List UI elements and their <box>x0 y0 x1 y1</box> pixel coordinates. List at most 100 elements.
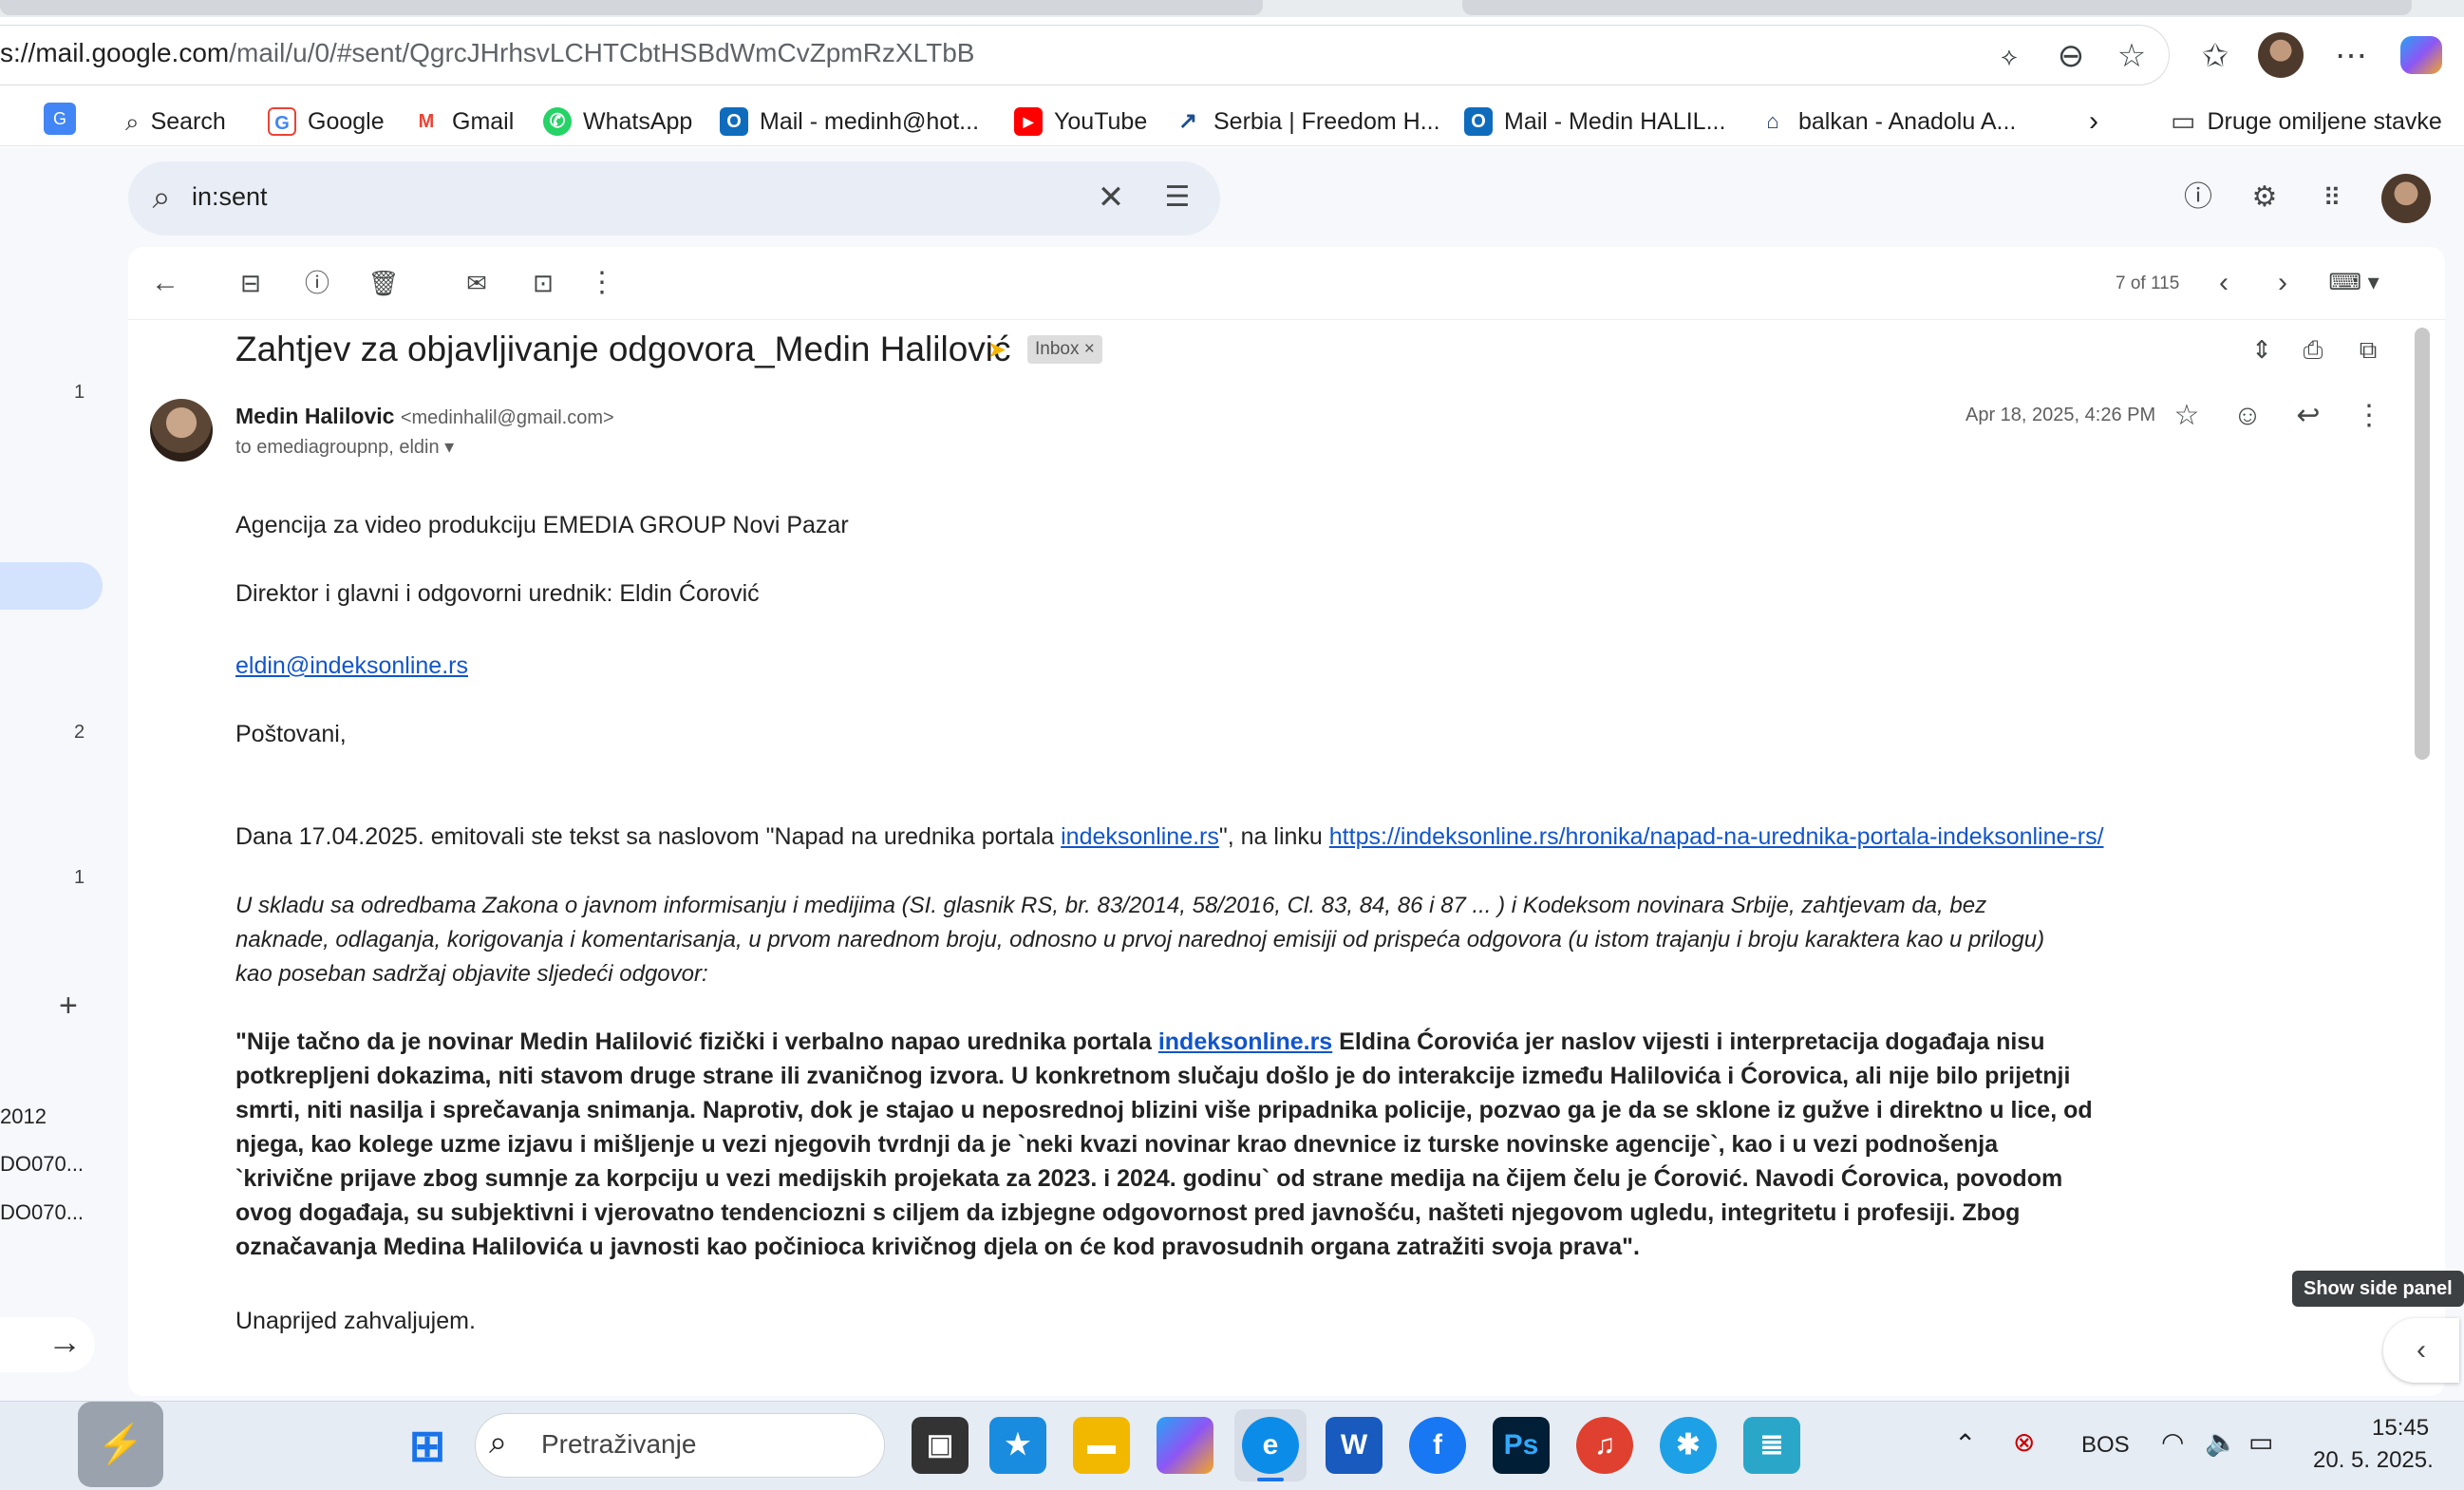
sender-name[interactable]: Medin Halilovic <box>235 404 394 428</box>
print-icon[interactable]: ⎙ <box>2292 329 2334 370</box>
anadolu-icon: ⌂ <box>1759 107 1787 136</box>
recipients[interactable]: to emediagroupnp, eldin ▾ <box>235 435 454 459</box>
taskbar-search-input[interactable]: Pretraživanje <box>541 1429 696 1460</box>
indeksonline-link[interactable]: indeksonline.rs <box>1061 823 1219 850</box>
bookmark-whatsapp[interactable]: ✆ WhatsApp <box>543 103 692 141</box>
more-options-icon[interactable]: ⋮ <box>2348 395 2390 437</box>
youtube-icon: ▶ <box>1014 107 1043 136</box>
greeting: Poštovani, <box>235 721 347 747</box>
security-alert-icon[interactable]: ⊗ <box>2013 1426 2035 1458</box>
favorite-star-icon[interactable]: ☆ <box>2110 34 2154 78</box>
favorites-icon[interactable]: ✩ <box>2193 34 2237 78</box>
settings-gear-icon[interactable]: ⚙ <box>2244 177 2285 218</box>
account-avatar[interactable] <box>2381 174 2431 223</box>
bookmark-freedom-house[interactable]: ↗ Serbia | Freedom H... <box>1174 103 1440 141</box>
word-icon[interactable]: W <box>1326 1417 1382 1474</box>
search-bar[interactable] <box>128 161 1220 236</box>
inbox-label-chip[interactable]: Inbox × <box>1027 335 1102 364</box>
audio-app-icon[interactable]: ♫ <box>1576 1417 1633 1474</box>
profile-avatar[interactable] <box>2258 32 2304 78</box>
reply-icon[interactable]: ↩ <box>2287 395 2329 437</box>
nav-label[interactable]: 2012 <box>0 1104 47 1129</box>
emoji-react-icon[interactable]: ☺ <box>2227 395 2268 437</box>
search-input[interactable]: in:sent <box>192 182 268 212</box>
expand-all-icon[interactable]: ⇕ <box>2241 329 2283 370</box>
bold-line: `krivične prijave zbog sumnje za korpcij… <box>235 1165 2063 1192</box>
nav-item-selected[interactable] <box>0 562 103 610</box>
older-chevron-icon[interactable]: › <box>2262 262 2304 304</box>
photoshop-icon[interactable]: Ps <box>1493 1417 1550 1474</box>
star-icon[interactable]: ☆ <box>2166 395 2208 437</box>
file-explorer-icon[interactable]: ▬ <box>1073 1417 1130 1474</box>
more-vertical-icon[interactable]: ⋮ <box>581 262 623 304</box>
nav-count: 2 <box>74 722 85 743</box>
scrollbar[interactable] <box>2415 328 2430 760</box>
clear-search-icon[interactable]: ✕ <box>1090 177 1132 218</box>
volume-icon[interactable]: 🔈 <box>2205 1426 2238 1458</box>
indeksonline-link-bold[interactable]: indeksonline.rs <box>1158 1028 1332 1055</box>
nav-label[interactable]: DO070... <box>0 1152 84 1177</box>
bookmark-outlook-2[interactable]: O Mail - Medin HALIL... <box>1464 103 1725 141</box>
arrow-right-icon[interactable]: → <box>47 1322 82 1362</box>
report-spam-icon[interactable]: ⓘ <box>296 262 338 304</box>
italic-line: kao poseban sadržaj objavite sljedeći od… <box>235 961 708 987</box>
url-text[interactable]: s://mail.google.com/mail/u/0/#sent/QgrcJ… <box>0 38 974 68</box>
browser-tab[interactable] <box>1462 0 2412 15</box>
recipients-text: to emediagroupnp, eldin <box>235 437 440 458</box>
zoom-out-icon[interactable]: ⊖ <box>2049 34 2093 78</box>
apps-grid-icon[interactable]: ⠿ <box>2311 177 2353 218</box>
bookmark-youtube[interactable]: ▶ YouTube <box>1014 103 1147 141</box>
help-icon[interactable]: ⓘ <box>2177 177 2219 218</box>
browser-tab[interactable] <box>0 0 1263 15</box>
bookmarks-more-chevron-icon[interactable]: › <box>2089 103 2098 141</box>
open-new-window-icon[interactable]: ⧉ <box>2347 329 2389 370</box>
bookmark-search[interactable]: ⌕ Search <box>125 103 226 141</box>
clock-date[interactable]: 20. 5. 2025. <box>2313 1447 2434 1474</box>
bookmark-gmail[interactable]: M Gmail <box>412 103 514 141</box>
copilot-app-icon[interactable] <box>1157 1417 1213 1474</box>
facebook-icon[interactable]: f <box>1409 1417 1466 1474</box>
search-options-icon[interactable]: ☰ <box>1157 177 1198 218</box>
sender-avatar[interactable] <box>150 399 213 462</box>
clock-time[interactable]: 15:45 <box>2372 1415 2429 1442</box>
translate-icon[interactable]: G <box>44 103 76 135</box>
battery-icon[interactable]: ▭ <box>2248 1426 2273 1458</box>
tray-chevron-up-icon[interactable]: ⌃ <box>1954 1428 1976 1460</box>
chevron-down-icon[interactable]: ▾ <box>444 437 454 458</box>
input-language[interactable]: BOS <box>2081 1432 2130 1459</box>
outlook-icon: O <box>1464 107 1493 136</box>
archive-icon[interactable]: ⊟ <box>230 262 272 304</box>
importance-marker-icon[interactable]: ➤ <box>987 336 1006 364</box>
copilot-icon[interactable] <box>2400 36 2442 74</box>
mark-unread-icon[interactable]: ✉ <box>456 262 498 304</box>
tracking-icon[interactable]: ⟡ <box>1987 34 2031 78</box>
input-tools-icon[interactable]: ⌨ ▾ <box>2321 262 2387 304</box>
bookmark-anadolu[interactable]: ⌂ balkan - Anadolu A... <box>1759 103 2016 141</box>
bold-line: označavanja Medina Halilovića u javnosti… <box>235 1234 1640 1260</box>
widgets-icon[interactable]: ⚡ <box>78 1402 163 1487</box>
wifi-icon[interactable]: ◠ <box>2161 1426 2184 1458</box>
notepad-icon[interactable]: ≣ <box>1743 1417 1800 1474</box>
edge-browser-icon[interactable]: e <box>1242 1417 1299 1474</box>
delete-trash-icon[interactable]: 🗑 <box>363 262 404 304</box>
article-url-link[interactable]: https://indeksonline.rs/hronika/napad-na… <box>1329 823 2104 850</box>
email-link[interactable]: eldin@indeksonline.rs <box>235 652 468 679</box>
gmail-icon: M <box>412 107 441 136</box>
bookmark-google[interactable]: G Google <box>268 103 385 141</box>
add-label-icon[interactable]: + <box>59 988 78 1025</box>
other-bookmarks-folder[interactable]: ▭ Druge omiljene stavke <box>2171 103 2442 141</box>
task-view-icon[interactable]: ▣ <box>912 1417 969 1474</box>
pinned-app-icon[interactable]: ✱ <box>1660 1417 1717 1474</box>
nav-label[interactable]: DO070... <box>0 1200 84 1225</box>
bookmark-outlook-1[interactable]: O Mail - medinh@hot... <box>720 103 979 141</box>
windows-start-icon[interactable]: ⊞ <box>399 1417 456 1474</box>
store-preview-icon[interactable]: ★ <box>989 1417 1046 1474</box>
search-icon[interactable]: ⌕ <box>141 177 182 218</box>
more-menu-icon[interactable]: ⋯ <box>2329 34 2373 78</box>
move-to-icon[interactable]: ⊡ <box>522 262 564 304</box>
back-arrow-icon[interactable]: ← <box>144 262 186 304</box>
newer-chevron-icon[interactable]: ‹ <box>2203 262 2245 304</box>
show-side-panel-button[interactable]: ‹ <box>2383 1318 2459 1383</box>
remove-label-icon[interactable]: × <box>1084 339 1095 359</box>
bold-line: smrti, niti nasilja i sprečavanja sniman… <box>235 1097 2093 1123</box>
